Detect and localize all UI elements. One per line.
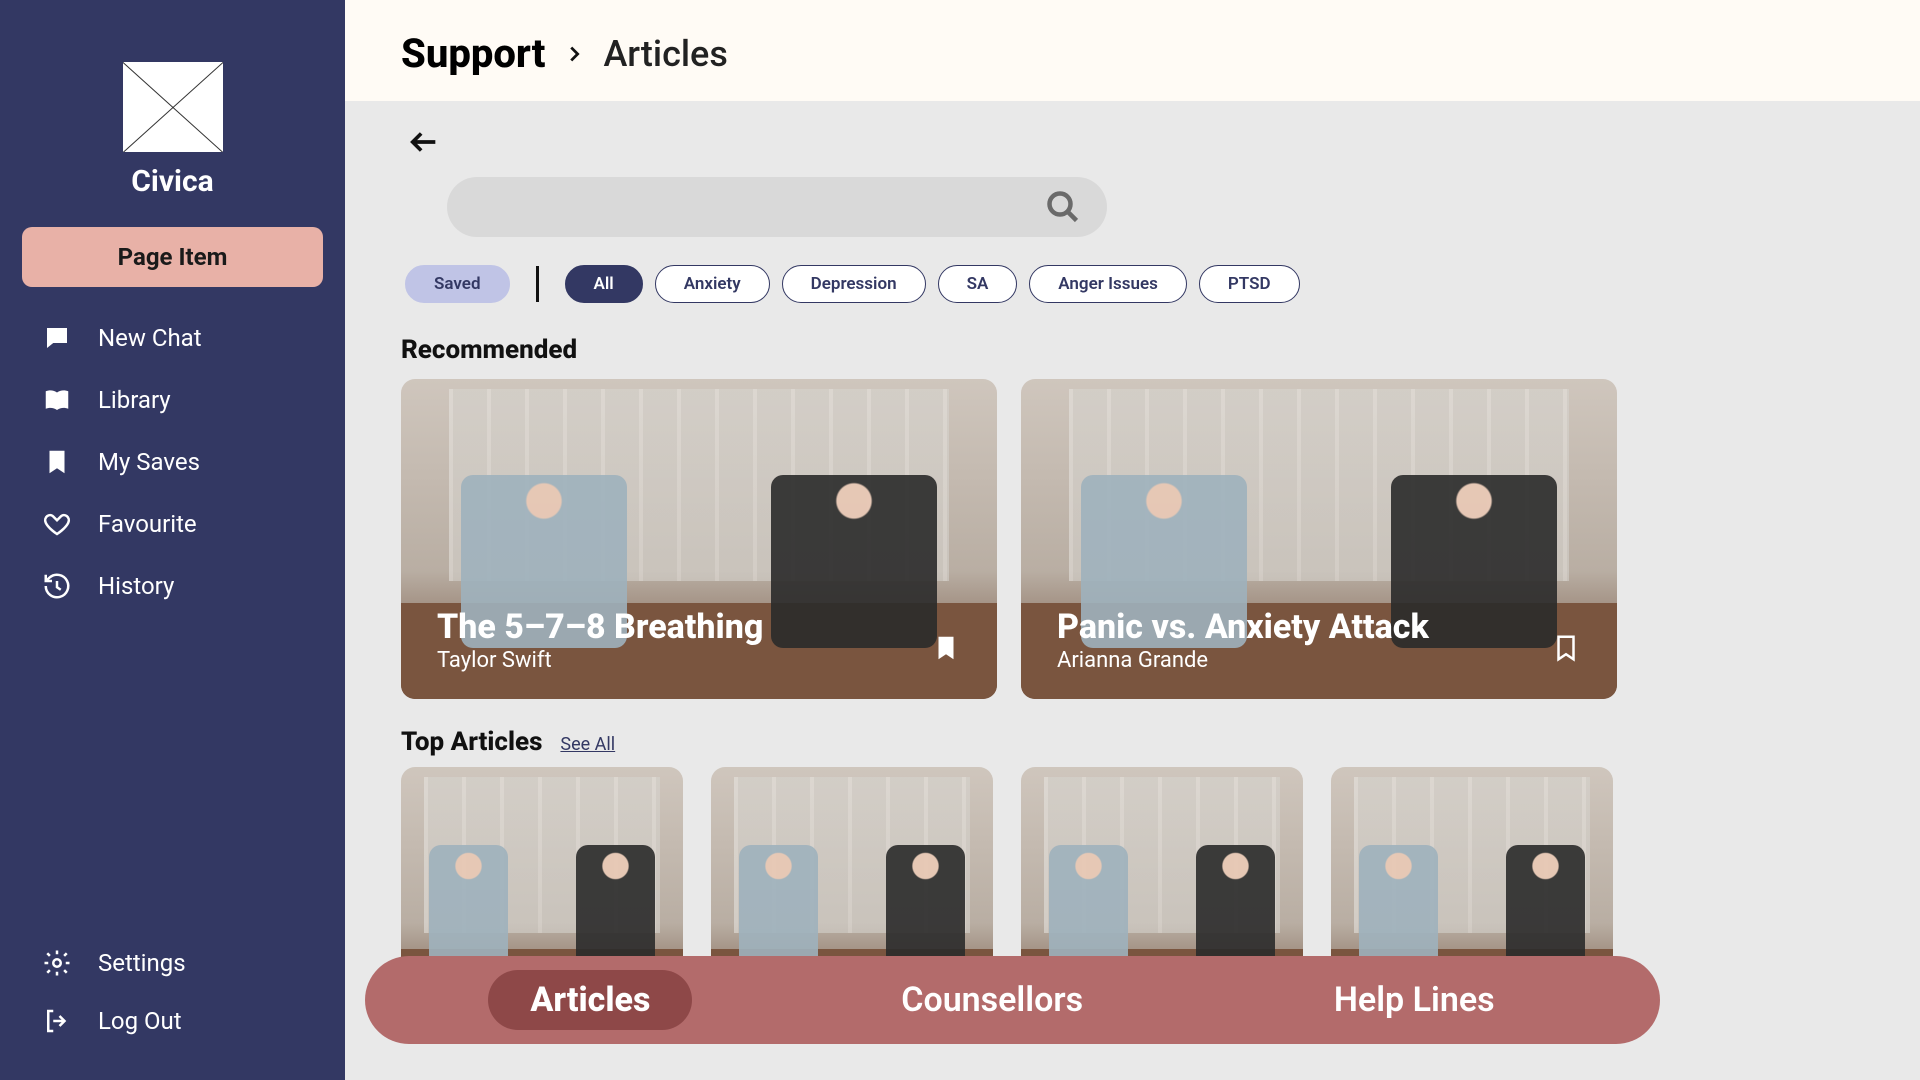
filter-chip-saved[interactable]: Saved <box>405 265 510 303</box>
logout-icon <box>42 1006 72 1036</box>
see-all-link[interactable]: See All <box>560 734 615 755</box>
bookmark-icon <box>42 447 72 477</box>
sidebar-item-new-chat[interactable]: New Chat <box>22 311 323 365</box>
tab-counsellors[interactable]: Counsellors <box>859 970 1125 1030</box>
bookmark-outline-icon[interactable] <box>1551 633 1581 673</box>
tab-help-lines[interactable]: Help Lines <box>1292 970 1537 1030</box>
chevron-right-icon <box>563 39 585 69</box>
back-button[interactable] <box>401 125 447 159</box>
sidebar-item-label: Settings <box>98 949 186 977</box>
sidebar-item-label: New Chat <box>98 324 202 352</box>
brand-logo <box>123 62 223 152</box>
filter-chip-anger[interactable]: Anger Issues <box>1029 265 1187 303</box>
bookmark-filled-icon[interactable] <box>931 633 961 673</box>
brand-name: Civica <box>22 164 323 199</box>
chat-plus-icon <box>42 323 72 353</box>
card-author: Arianna Grande <box>1057 648 1429 673</box>
history-icon <box>42 571 72 601</box>
filter-chip-sa[interactable]: SA <box>938 265 1018 303</box>
recommended-card[interactable]: Panic vs. Anxiety Attack Arianna Grande <box>1021 379 1617 699</box>
breadcrumb-current: Articles <box>603 33 727 75</box>
sidebar-item-label: My Saves <box>98 448 200 476</box>
tab-articles[interactable]: Articles <box>488 970 692 1030</box>
filter-row: Saved All Anxiety Depression SA Anger Is… <box>405 265 1864 303</box>
breadcrumb: Support Articles <box>345 0 1920 101</box>
sidebar-item-logout[interactable]: Log Out <box>22 994 323 1048</box>
recommended-card[interactable]: The 5–7–8 Breathing Taylor Swift <box>401 379 997 699</box>
sidebar-item-favourite[interactable]: Favourite <box>22 497 323 551</box>
recommended-row: The 5–7–8 Breathing Taylor Swift Panic v… <box>401 379 1864 699</box>
sidebar-item-label: Favourite <box>98 510 197 538</box>
sidebar-item-label: Log Out <box>98 1007 182 1035</box>
bottom-tab-bar: Articles Counsellors Help Lines <box>365 956 1660 1044</box>
main: Support Articles Saved All Anxiety Depre… <box>345 0 1920 1080</box>
heart-icon <box>42 509 72 539</box>
book-open-icon <box>42 385 72 415</box>
filter-separator <box>536 266 539 302</box>
search-icon <box>1045 189 1081 225</box>
filter-chip-depression[interactable]: Depression <box>782 265 926 303</box>
content: Saved All Anxiety Depression SA Anger Is… <box>345 101 1920 1080</box>
sidebar-nav: New Chat Library My Saves Favourite Hist… <box>22 311 323 613</box>
gear-icon <box>42 948 72 978</box>
recommended-heading: Recommended <box>401 335 1864 365</box>
sidebar-item-my-saves[interactable]: My Saves <box>22 435 323 489</box>
sidebar-item-label: Library <box>98 386 171 414</box>
sidebar-bottom-nav: Settings Log Out <box>22 936 323 1048</box>
sidebar-item-library[interactable]: Library <box>22 373 323 427</box>
sidebar-item-label: History <box>98 572 174 600</box>
card-title: Panic vs. Anxiety Attack <box>1057 609 1429 646</box>
top-articles-heading: Top Articles <box>401 727 542 757</box>
card-author: Taylor Swift <box>437 648 763 673</box>
breadcrumb-root[interactable]: Support <box>401 30 545 77</box>
filter-chip-anxiety[interactable]: Anxiety <box>655 265 770 303</box>
filter-chip-ptsd[interactable]: PTSD <box>1199 265 1300 303</box>
sidebar-item-history[interactable]: History <box>22 559 323 613</box>
card-title: The 5–7–8 Breathing <box>437 609 763 646</box>
sidebar-item-settings[interactable]: Settings <box>22 936 323 990</box>
filter-chip-all[interactable]: All <box>565 265 643 303</box>
sidebar: Civica Page Item New Chat Library My Sav… <box>0 0 345 1080</box>
sidebar-page-item[interactable]: Page Item <box>22 227 323 287</box>
search-input[interactable] <box>447 177 1107 237</box>
